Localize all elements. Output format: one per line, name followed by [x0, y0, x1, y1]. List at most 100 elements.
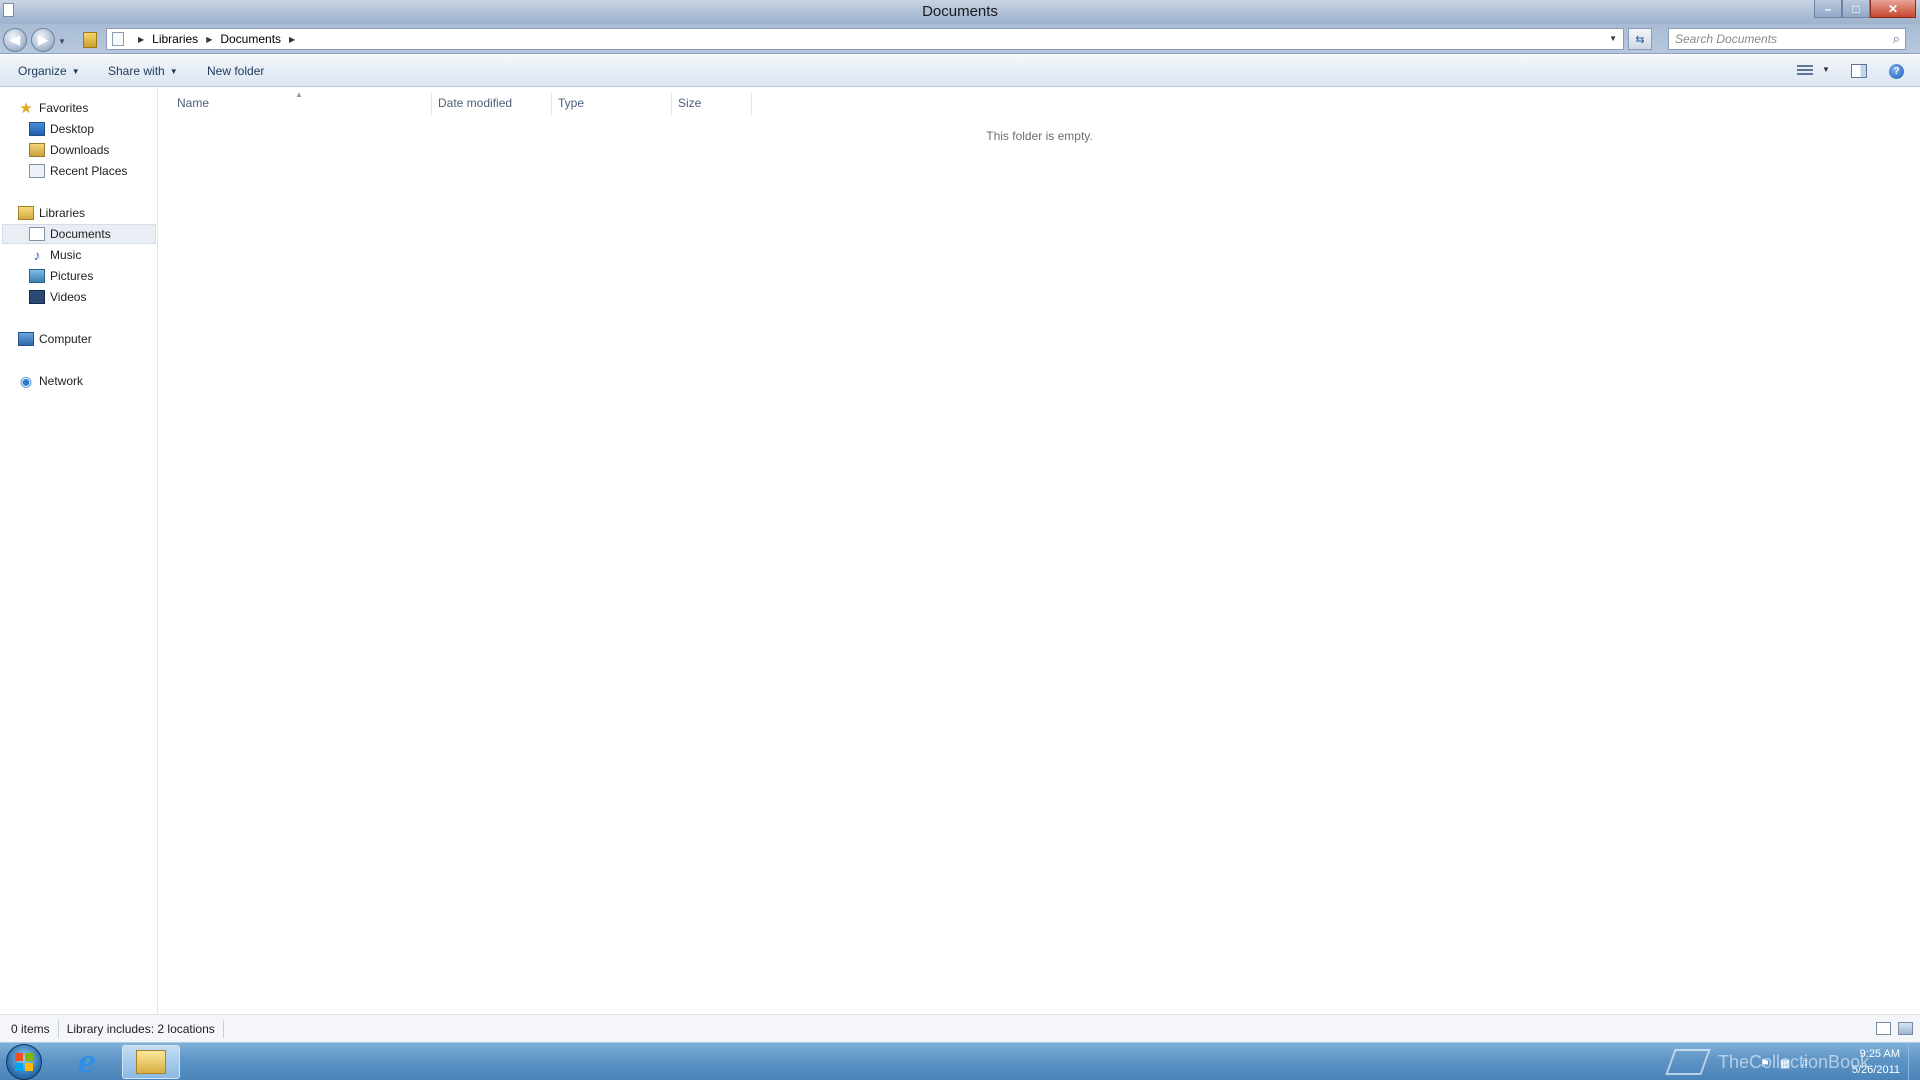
network-status-icon[interactable]: ▦: [1780, 1057, 1790, 1070]
nav-label: Libraries: [39, 206, 86, 220]
window-title: Documents: [922, 3, 998, 20]
address-bar[interactable]: ▶ Libraries ▶ Documents ▶ ▼: [106, 28, 1624, 50]
breadcrumb-separator-icon[interactable]: ▶: [138, 35, 144, 44]
refresh-button[interactable]: ⇆: [1628, 28, 1652, 50]
system-tray: ⚑ ▦ ♫: [1760, 1055, 1815, 1071]
clock-date: 5/26/2011: [1851, 1064, 1900, 1076]
windows-logo-icon: [15, 1053, 33, 1071]
organize-button[interactable]: Organize ▼: [18, 64, 80, 78]
preview-pane-icon[interactable]: [1851, 64, 1867, 78]
network-icon: ◉: [19, 372, 33, 389]
recent-pages-dropdown-icon[interactable]: ▼: [58, 37, 66, 46]
nav-videos[interactable]: Videos: [29, 287, 86, 307]
star-icon: ★: [19, 100, 33, 117]
command-bar: Organize ▼ Share with ▼ New folder ▼ ?: [0, 55, 1920, 87]
breadcrumb-documents[interactable]: Documents: [220, 32, 281, 46]
share-with-label: Share with: [108, 64, 165, 78]
logo-quadrant: [15, 1063, 23, 1071]
nav-label: Favorites: [39, 101, 89, 115]
title-bar[interactable]: Documents – □ ✕: [0, 0, 1920, 24]
taskbar: e TheCollectionBook ⚑ ▦ ♫ 9:25 AM 5/26/2…: [0, 1042, 1920, 1080]
music-icon: ♪: [33, 247, 41, 263]
column-header-type[interactable]: Type: [552, 93, 672, 115]
nav-label: Music: [50, 248, 82, 262]
empty-folder-message: This folder is empty.: [986, 129, 1093, 143]
nav-label: Network: [39, 374, 84, 388]
clock-time: 9:25 AM: [1859, 1048, 1900, 1060]
nav-favorites[interactable]: ★ Favorites: [18, 98, 88, 118]
computer-icon: [18, 332, 34, 346]
column-header-name[interactable]: ▲ Name: [159, 90, 432, 115]
nav-label: Documents: [50, 227, 111, 241]
nav-computer[interactable]: Computer: [18, 329, 92, 349]
nav-label: Videos: [50, 290, 87, 304]
nav-label: Pictures: [50, 269, 94, 283]
documents-icon: [29, 227, 45, 241]
libraries-icon: [18, 206, 34, 220]
item-count: 0 items: [0, 1019, 59, 1038]
breadcrumb-libraries[interactable]: Libraries: [152, 32, 198, 46]
windows-explorer-taskbar-button[interactable]: [122, 1045, 180, 1079]
book-icon: [1665, 1049, 1711, 1075]
nav-downloads[interactable]: Downloads: [29, 140, 109, 160]
column-header-size[interactable]: Size: [672, 93, 752, 115]
start-button[interactable]: [6, 1044, 42, 1080]
help-icon[interactable]: ?: [1889, 64, 1904, 79]
arrow-left-icon: ◀: [10, 32, 20, 47]
nav-desktop[interactable]: Desktop: [29, 119, 94, 139]
nav-label: Downloads: [50, 143, 110, 157]
back-button[interactable]: ◀: [3, 28, 27, 52]
nav-label: Recent Places: [50, 164, 128, 178]
nav-network[interactable]: ◉ Network: [18, 371, 83, 391]
share-with-button[interactable]: Share with ▼: [108, 64, 178, 78]
nav-music[interactable]: ♪ Music: [29, 245, 82, 265]
logo-quadrant: [15, 1053, 23, 1061]
chevron-down-icon: ▼: [71, 67, 80, 76]
internet-explorer-icon[interactable]: e: [60, 1045, 114, 1080]
volume-icon[interactable]: ♫: [1800, 1057, 1808, 1069]
clock[interactable]: 9:25 AM 5/26/2011: [1820, 1046, 1900, 1078]
organize-label: Organize: [18, 64, 67, 78]
minimize-button[interactable]: –: [1814, 0, 1842, 18]
change-view-icon[interactable]: [1797, 65, 1813, 77]
column-label: Name: [177, 96, 210, 110]
address-dropdown-icon[interactable]: ▼: [1609, 34, 1617, 43]
breadcrumb-separator-icon[interactable]: ▶: [289, 35, 295, 44]
status-bar: 0 items Library includes: 2 locations: [0, 1014, 1920, 1042]
details-view-icon[interactable]: [1876, 1022, 1891, 1035]
downloads-icon: [29, 143, 45, 157]
refresh-icon: ⇆: [1635, 33, 1645, 46]
library-locations-link[interactable]: 2 locations: [157, 1022, 214, 1036]
action-center-flag-icon[interactable]: ⚑: [1760, 1057, 1770, 1070]
library-includes-label: Library includes:: [66, 1021, 155, 1036]
maximize-button[interactable]: □: [1842, 0, 1870, 18]
forward-button[interactable]: ▶: [31, 28, 55, 52]
close-button[interactable]: ✕: [1870, 0, 1916, 18]
file-list[interactable]: ▲ Name Date modified Type Size This fold…: [159, 88, 1920, 1014]
videos-icon: [29, 290, 45, 304]
nav-documents[interactable]: Documents: [2, 224, 156, 244]
desktop-icon: [29, 122, 45, 136]
large-icons-view-icon[interactable]: [1898, 1022, 1913, 1035]
search-icon[interactable]: ⌕: [1893, 31, 1900, 47]
breadcrumb-separator-icon[interactable]: ▶: [206, 35, 212, 44]
folder-up-icon[interactable]: [83, 32, 97, 48]
recent-places-icon: [29, 164, 45, 178]
view-dropdown-icon[interactable]: ▼: [1822, 65, 1830, 74]
nav-recent-places[interactable]: Recent Places: [29, 161, 127, 181]
nav-pictures[interactable]: Pictures: [29, 266, 93, 286]
search-input[interactable]: Search Documents ⌕: [1668, 28, 1906, 50]
chevron-down-icon: ▼: [169, 67, 178, 76]
nav-label: Desktop: [50, 122, 95, 136]
window-controls: – □ ✕: [1814, 0, 1916, 18]
nav-libraries[interactable]: Libraries: [18, 203, 85, 223]
column-header-date-modified[interactable]: Date modified: [432, 93, 552, 115]
new-folder-button[interactable]: New folder: [207, 64, 264, 78]
address-row: ◀ ▶ ▼ ▶ Libraries ▶ Documents ▶ ▼ ⇆ Sear…: [0, 24, 1920, 54]
navigation-pane: ★ Favorites Desktop Downloads Recent Plac…: [0, 88, 158, 1014]
logo-quadrant: [25, 1053, 33, 1061]
arrow-right-icon: ▶: [38, 32, 48, 47]
nav-label: Computer: [39, 332, 92, 346]
show-desktop-button[interactable]: [1908, 1043, 1920, 1080]
location-icon: [112, 32, 124, 46]
